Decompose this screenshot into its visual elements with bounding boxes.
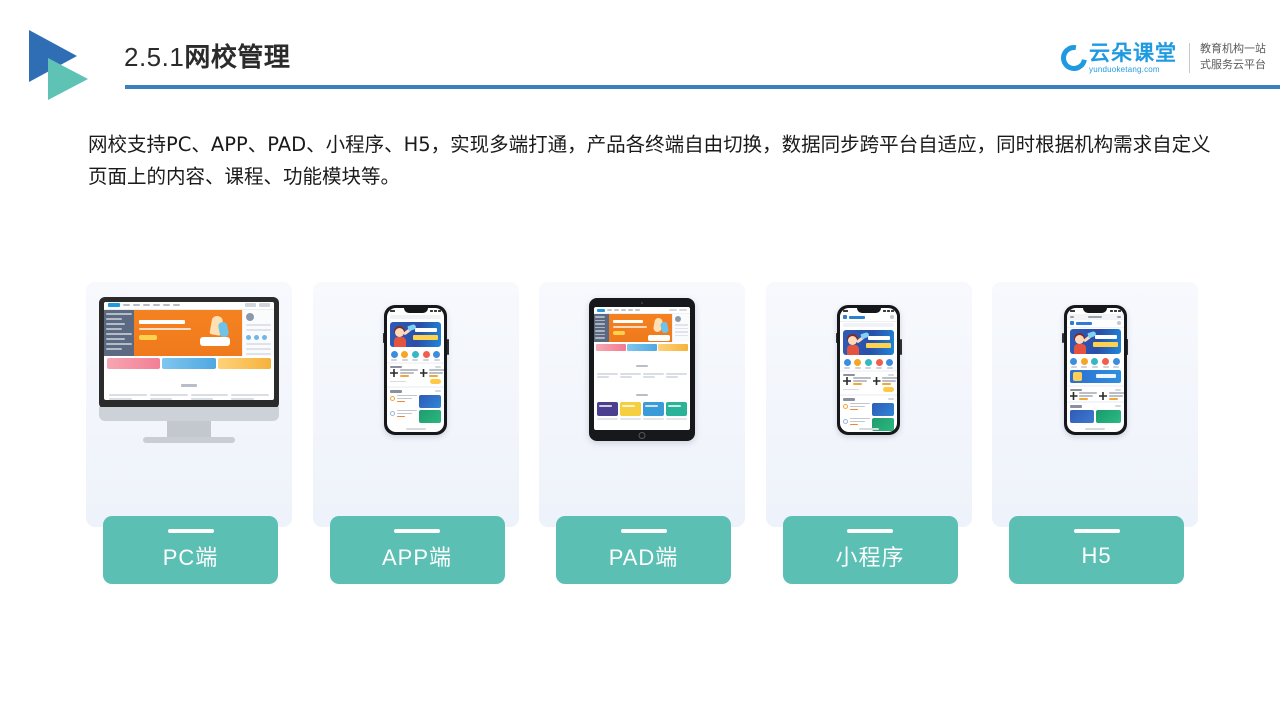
label-dash	[847, 529, 893, 533]
platform-label-pc[interactable]: PC端	[103, 516, 278, 584]
smartphone-mockup-miniprogram	[766, 282, 972, 457]
platform-label-text: H5	[1081, 543, 1112, 568]
double-triangle-play-icon	[27, 30, 109, 102]
page-title-number: 2.5.1	[124, 42, 185, 72]
brand-mark: 云朵课堂 yunduoketang.com	[1055, 39, 1177, 77]
brand-logo: 云朵课堂 yunduoketang.com 教育机构一站 式服务云平台	[1055, 36, 1266, 80]
label-dash	[394, 529, 440, 533]
title-underline-rule	[125, 85, 1280, 89]
label-dash	[1073, 529, 1120, 533]
label-dash	[167, 529, 214, 533]
brand-tagline-line1: 教育机构一站	[1200, 43, 1266, 56]
platform-label-text: APP端	[381, 545, 453, 570]
platform-card-app[interactable]: APP端	[312, 282, 519, 584]
platform-label-pad[interactable]: PAD端	[556, 516, 731, 584]
cloud-icon	[1055, 39, 1093, 77]
tablet-mockup	[539, 282, 745, 457]
brand-url: yunduoketang.com	[1089, 64, 1160, 74]
smartphone-browser-mockup-h5	[992, 282, 1198, 457]
platform-card-miniprogram[interactable]: 小程序	[765, 282, 972, 584]
brand-tagline-line2: 式服务云平台	[1200, 59, 1266, 71]
page-title-text: 网校管理	[184, 42, 291, 72]
page-title: 2.5.1网校管理	[124, 44, 290, 70]
platform-label-text: PAD端	[608, 545, 679, 570]
brand-tagline: 教育机构一站 式服务云平台	[1200, 42, 1266, 74]
slide-header: 2.5.1网校管理 云朵课堂 yunduoketang.com 教育机构一站 式…	[0, 0, 1280, 100]
body-paragraph: 网校支持PC、APP、PAD、小程序、H5，实现多端打通，产品各终端自由切换，数…	[88, 133, 1211, 188]
triangle-teal-icon	[48, 58, 88, 100]
platform-card-pc[interactable]: PC端	[86, 282, 292, 584]
platform-label-miniprogram[interactable]: 小程序	[782, 516, 958, 584]
platform-card-row: PC端 APP端 PAD端 小程序 H5	[86, 282, 1198, 584]
platform-card-pad[interactable]: PAD端	[539, 282, 745, 584]
desktop-monitor-mockup	[86, 282, 292, 457]
platform-label-h5[interactable]: H5	[1009, 516, 1184, 584]
label-dash	[620, 529, 667, 533]
platform-label-app[interactable]: APP端	[329, 516, 505, 584]
platform-label-text: 小程序	[835, 545, 905, 570]
platform-label-text: PC端	[162, 545, 219, 570]
platform-card-h5[interactable]: H5	[992, 282, 1198, 584]
brand-name: 云朵课堂	[1089, 41, 1177, 65]
slide-root: 2.5.1网校管理 云朵课堂 yunduoketang.com 教育机构一站 式…	[0, 0, 1280, 720]
brand-divider	[1189, 43, 1190, 73]
smartphone-mockup-app	[313, 282, 519, 457]
